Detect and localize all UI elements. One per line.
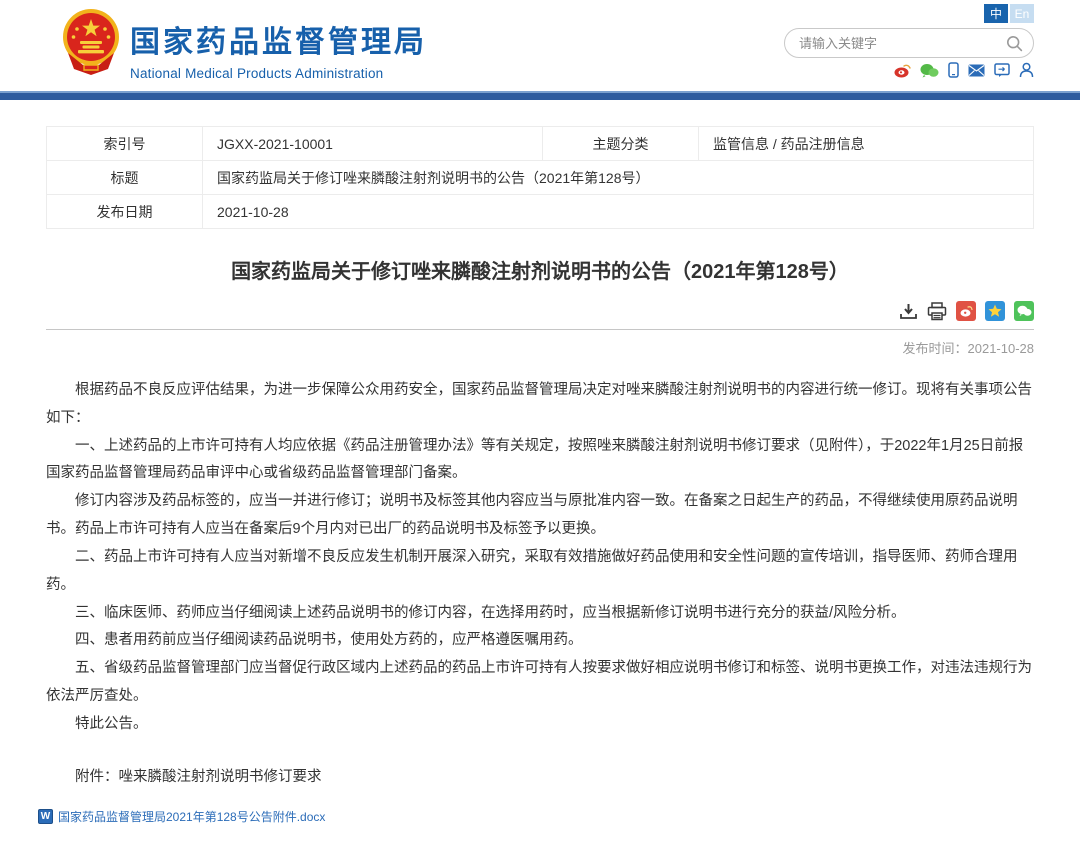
lang-zh-button[interactable]: 中 xyxy=(984,4,1008,23)
article-paragraph: 四、患者用药前应当仔细阅读药品说明书，使用处方药的，应严格遵医嘱用药。 xyxy=(46,627,1034,655)
org-title-block: 国家药品监督管理局 National Medical Products Admi… xyxy=(130,17,427,81)
org-name-zh: 国家药品监督管理局 xyxy=(130,17,427,61)
share-wechat-icon[interactable] xyxy=(1014,301,1034,321)
message-icon[interactable] xyxy=(994,63,1010,78)
social-icon-row xyxy=(894,62,1034,78)
meta-label-category: 主题分类 xyxy=(543,127,699,161)
page: 国家药品监督管理局 National Medical Products Admi… xyxy=(0,0,1080,849)
site-header: 国家药品监督管理局 National Medical Products Admi… xyxy=(0,0,1080,91)
mail-icon[interactable] xyxy=(968,64,985,77)
meta-label-title: 标题 xyxy=(47,161,203,195)
meta-value-index: JGXX-2021-10001 xyxy=(203,127,543,161)
meta-value-category: 监管信息 / 药品注册信息 xyxy=(699,127,1034,161)
download-icon[interactable] xyxy=(899,302,918,321)
article-body: 根据药品不良反应评估结果，为进一步保障公众用药安全，国家药品监督管理局决定对唑来… xyxy=(46,377,1034,739)
publish-time: 发布时间：2021-10-28 xyxy=(46,338,1034,357)
print-icon[interactable] xyxy=(927,302,947,321)
search-input[interactable] xyxy=(799,36,1006,51)
article-paragraph: 二、药品上市许可持有人应当对新增不良反应发生机制开展深入研究，采取有效措施做好药… xyxy=(46,544,1034,600)
weibo-icon[interactable] xyxy=(894,63,911,78)
article-paragraph: 五、省级药品监督管理部门应当督促行政区域内上述药品的药品上市许可持有人按要求做好… xyxy=(46,655,1034,711)
title-divider xyxy=(46,329,1034,330)
table-row: 索引号 JGXX-2021-10001 主题分类 监管信息 / 药品注册信息 xyxy=(47,127,1034,161)
share-weibo-icon[interactable] xyxy=(956,301,976,321)
wechat-icon[interactable] xyxy=(920,63,939,78)
article-paragraph: 修订内容涉及药品标签的，应当一并进行修订；说明书及标签其他内容应当与原批准内容一… xyxy=(46,488,1034,544)
mobile-icon[interactable] xyxy=(948,62,959,78)
article-paragraph: 根据药品不良反应评估结果，为进一步保障公众用药安全，国家药品监督管理局决定对唑来… xyxy=(46,377,1034,433)
document-meta-table: 索引号 JGXX-2021-10001 主题分类 监管信息 / 药品注册信息 标… xyxy=(46,126,1034,229)
attachment-download-link[interactable]: W 国家药品监督管理局2021年第128号公告附件.docx xyxy=(38,808,325,825)
table-row: 发布日期 2021-10-28 xyxy=(47,195,1034,229)
meta-value-pubdate: 2021-10-28 xyxy=(203,195,1034,229)
word-doc-icon: W xyxy=(38,809,53,824)
national-emblem-logo xyxy=(58,7,124,79)
article-paragraph: 三、临床医师、药师应当仔细阅读上述药品说明书的修订内容，在选择用药时，应当根据新… xyxy=(46,600,1034,628)
attachment-link-text[interactable]: 国家药品监督管理局2021年第128号公告附件.docx xyxy=(58,808,325,825)
meta-label-index: 索引号 xyxy=(47,127,203,161)
article-paragraph: 特此公告。 xyxy=(46,711,1034,739)
header-divider-bar xyxy=(0,91,1080,100)
search-icon[interactable] xyxy=(1006,35,1023,52)
page-title: 国家药监局关于修订唑来膦酸注射剂说明书的公告（2021年第128号） xyxy=(46,255,1034,284)
main-content: 索引号 JGXX-2021-10001 主题分类 监管信息 / 药品注册信息 标… xyxy=(0,126,1080,849)
article-toolbar xyxy=(46,300,1034,322)
org-name-en: National Medical Products Administration xyxy=(130,66,427,81)
article-paragraph: 一、上述药品的上市许可持有人均应依据《药品注册管理办法》等有关规定，按照唑来膦酸… xyxy=(46,433,1034,489)
meta-value-title: 国家药监局关于修订唑来膦酸注射剂说明书的公告（2021年第128号） xyxy=(203,161,1034,195)
lang-en-button[interactable]: En xyxy=(1010,4,1034,23)
meta-label-pubdate: 发布日期 xyxy=(47,195,203,229)
attachment-line: 附件：唑来膦酸注射剂说明书修订要求 xyxy=(46,765,1034,786)
table-row: 标题 国家药监局关于修订唑来膦酸注射剂说明书的公告（2021年第128号） xyxy=(47,161,1034,195)
share-qzone-icon[interactable] xyxy=(985,301,1005,321)
site-search xyxy=(784,28,1034,58)
user-icon[interactable] xyxy=(1019,62,1034,78)
language-toggle: 中 En xyxy=(984,4,1034,23)
